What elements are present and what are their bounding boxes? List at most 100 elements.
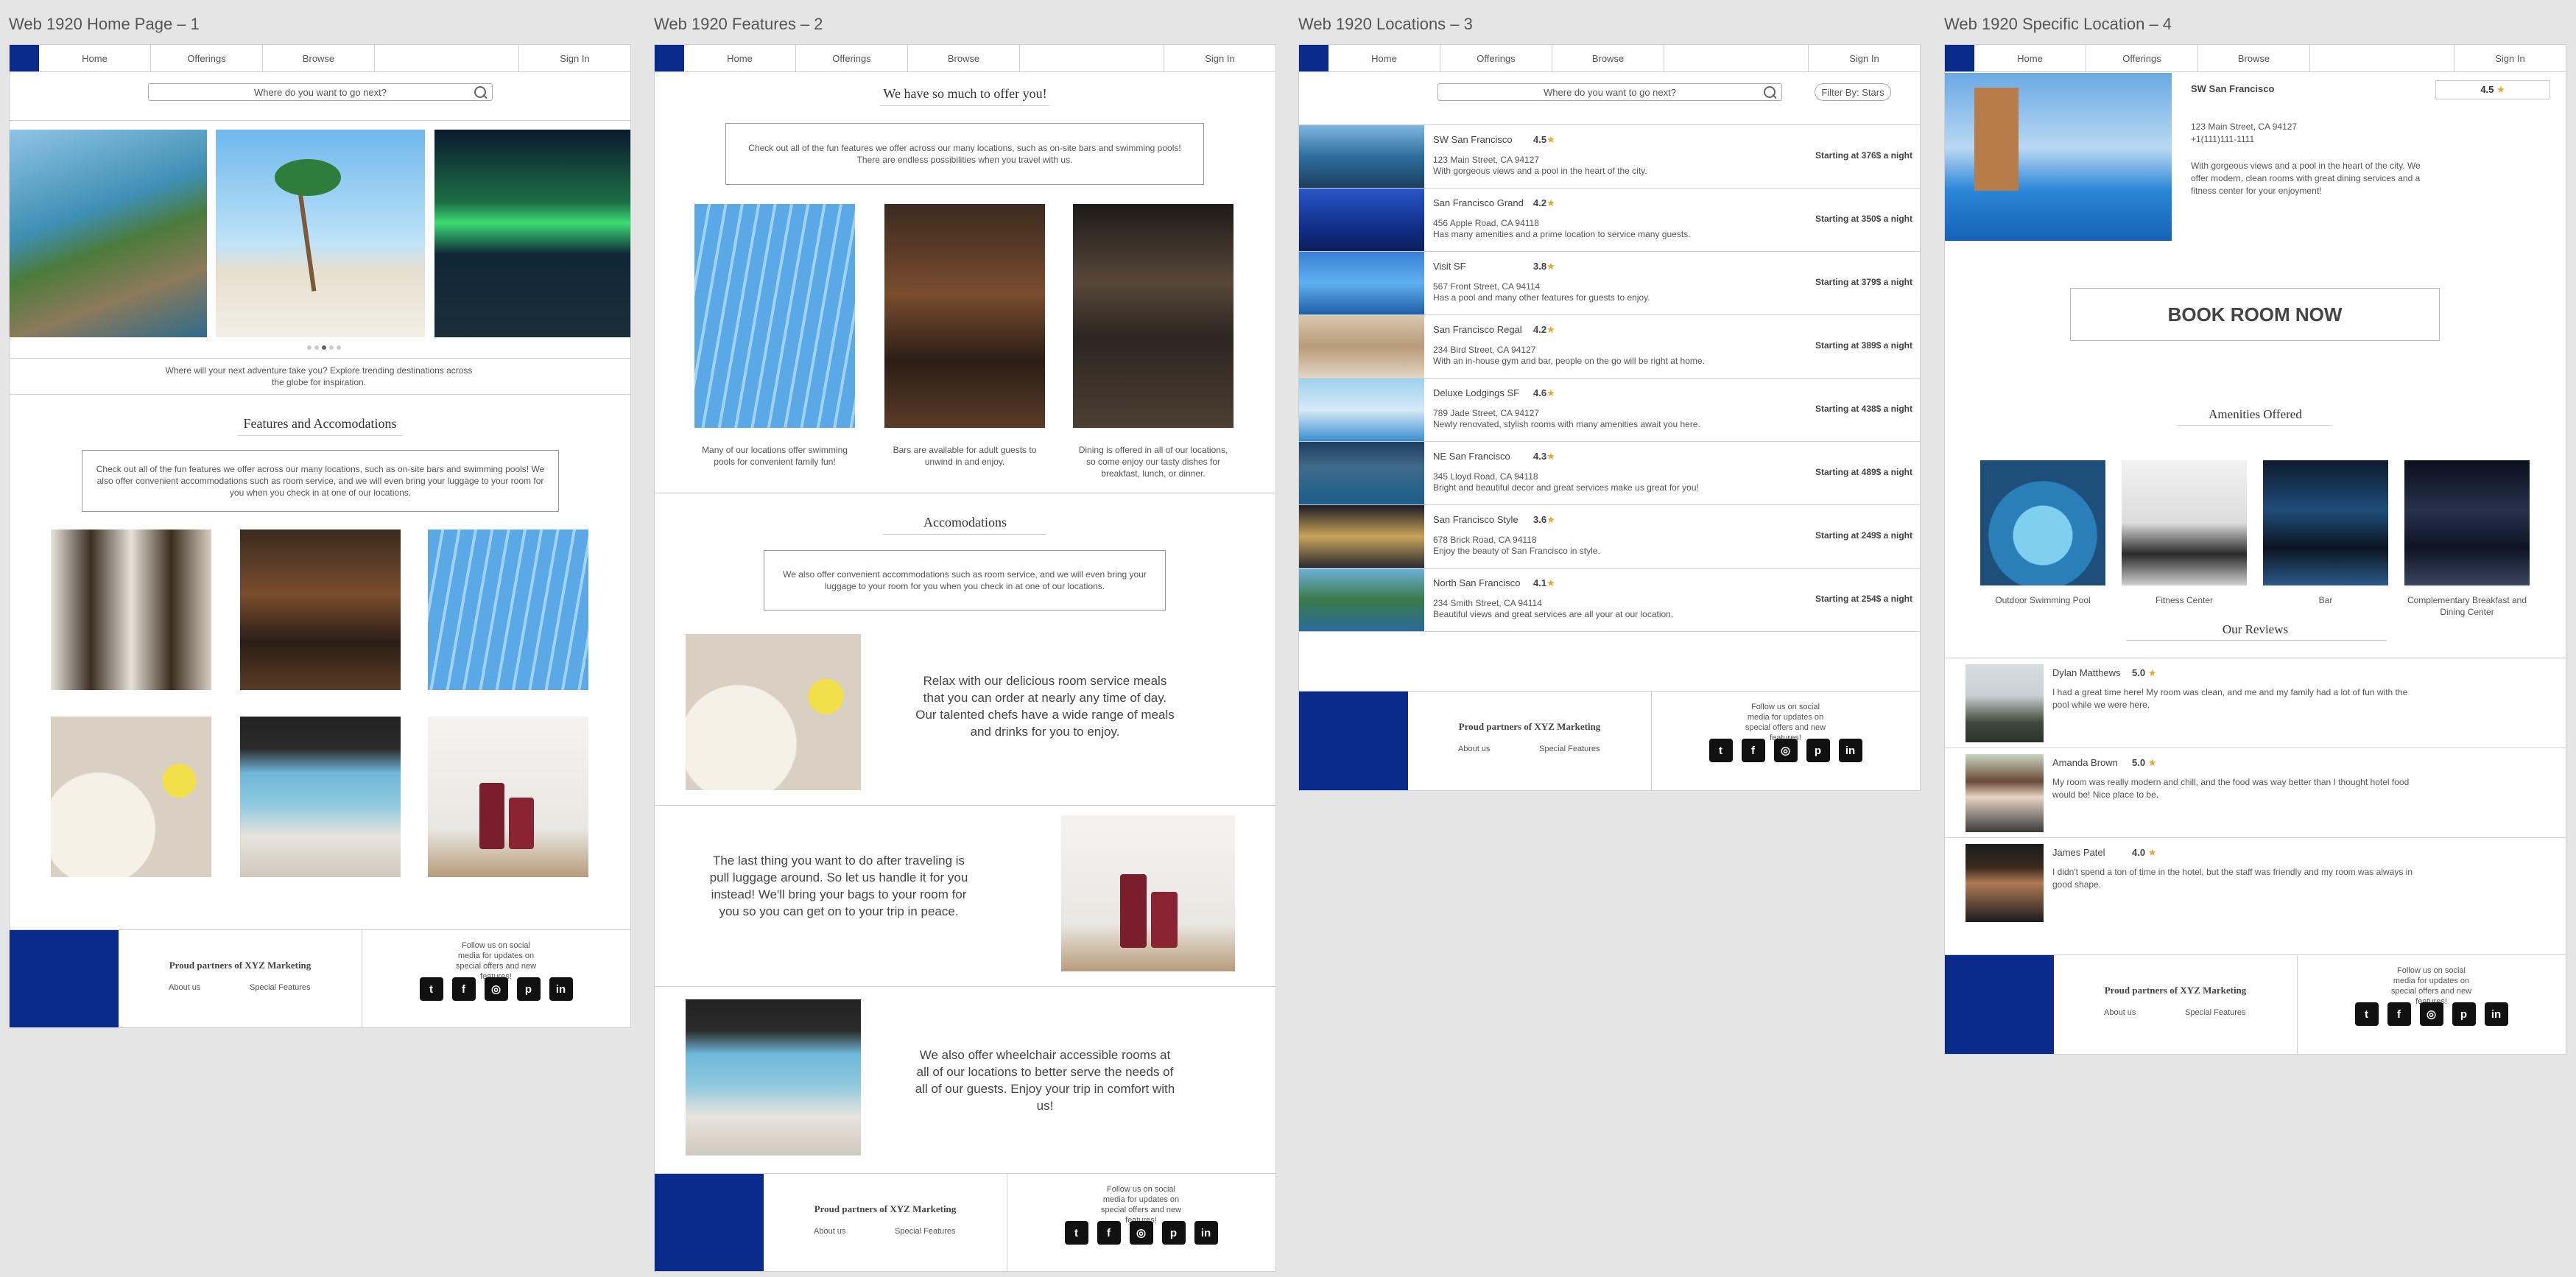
nav-home[interactable]: Home [1974,45,2086,71]
footer-logo[interactable] [655,1174,764,1271]
nav-home[interactable]: Home [684,45,796,71]
footer-about-link[interactable]: About us [814,1227,845,1236]
nav-sign-in[interactable]: Sign In [518,45,630,71]
location-name[interactable]: North San Francisco [1433,577,1521,588]
location-thumbnail[interactable] [1299,505,1424,568]
twitter-icon[interactable]: t [2354,1002,2379,1026]
nav-offerings[interactable]: Offerings [1440,45,1552,71]
location-row[interactable]: North San Francisco 4.1★ 234 Smith Street,… [1299,569,1920,632]
frame-title-locations: Web 1920 Locations – 3 [1298,15,1473,33]
brand-logo[interactable] [655,45,684,71]
nav-browse[interactable]: Browse [1552,45,1664,71]
hero-image-coast[interactable] [10,130,207,337]
location-row[interactable]: San Francisco Grand 4.2★ 456 Apple Road, C… [1299,189,1920,252]
location-description: With an in-house gym and bar, people on … [1433,356,1705,366]
location-address: 567 Front Street, CA 94114 [1433,281,1541,292]
nav-sign-in[interactable]: Sign In [1164,45,1275,71]
twitter-icon[interactable]: t [419,977,443,1001]
footer-about-link[interactable]: About us [169,983,200,992]
location-description: Has many amenities and a prime location … [1433,229,1691,239]
nav-offerings[interactable]: Offerings [151,45,263,71]
pinterest-icon[interactable]: p [516,977,541,1001]
wheelchair-text: We also offer wheelchair accessible room… [915,1048,1175,1113]
footer-logo[interactable] [10,930,119,1027]
location-thumbnail[interactable] [1299,442,1424,504]
location-rating-badge: 4.5 ★ [2435,80,2550,99]
location-row[interactable]: Visit SF 3.8★ 567 Front Street, CA 94114 Ha… [1299,252,1920,315]
location-row[interactable]: Deluxe Lodgings SF 4.6★ 789 Jade Street, C… [1299,379,1920,442]
location-name[interactable]: SW San Francisco [1433,134,1513,145]
search-icon[interactable] [1764,86,1776,98]
room-service-text: Relax with our delicious room service me… [915,674,1175,739]
location-description: Has a pool and many other features for g… [1433,292,1650,303]
location-price: Starting at 376$ a night [1815,150,1912,161]
location-row[interactable]: NE San Francisco 4.3★ 345 Lloyd Road, CA 9… [1299,442,1920,505]
location-name[interactable]: Deluxe Lodgings SF [1433,387,1519,398]
search-input[interactable]: Where do you want to go next? [1437,83,1782,101]
location-thumbnail[interactable] [1299,379,1424,441]
instagram-icon[interactable]: ◎ [484,977,508,1001]
nav-sign-in[interactable]: Sign In [1808,45,1920,71]
facebook-icon[interactable]: f [451,977,476,1001]
nav-sign-in[interactable]: Sign In [2454,45,2566,71]
filter-stars-button[interactable]: Filter By: Stars [1815,83,1891,101]
nav-offerings[interactable]: Offerings [796,45,908,71]
facebook-icon[interactable]: f [2387,1002,2411,1026]
search-input[interactable]: Where do you want to go next? [148,83,493,101]
twitter-icon[interactable]: t [1064,1221,1088,1245]
instagram-icon[interactable]: ◎ [1129,1221,1153,1245]
footer-logo[interactable] [1945,955,2054,1054]
location-row[interactable]: San Francisco Regal 4.2★ 234 Bird Street, … [1299,315,1920,379]
hero-image-aurora[interactable] [434,130,630,337]
twitter-icon[interactable]: t [1708,739,1733,762]
location-row[interactable]: SW San Francisco 4.5★ 123 Main Street, CA … [1299,125,1920,189]
location-address: 456 Apple Road, CA 94118 [1433,218,1539,228]
location-thumbnail[interactable] [1299,252,1424,314]
footer-special-link[interactable]: Special Features [250,983,311,992]
star-icon: ★ [2147,667,2157,678]
brand-logo[interactable] [10,45,39,71]
location-name[interactable]: NE San Francisco [1433,451,1510,462]
nav-browse[interactable]: Browse [908,45,1020,71]
location-row[interactable]: San Francisco Style 3.6★ 678 Brick Road, C… [1299,505,1920,569]
footer-special-link[interactable]: Special Features [1539,745,1600,753]
brand-logo[interactable] [1945,45,1974,71]
social-icons: t f ◎ p in [1007,1221,1275,1245]
nav-browse[interactable]: Browse [263,45,375,71]
footer-special-link[interactable]: Special Features [2185,1008,2246,1017]
location-thumbnail[interactable] [1299,125,1424,188]
linkedin-icon[interactable]: in [1194,1221,1218,1245]
brand-logo[interactable] [1299,45,1329,71]
location-thumbnail[interactable] [1299,189,1424,251]
book-room-button[interactable]: BOOK ROOM NOW [2070,288,2440,341]
footer-logo[interactable] [1299,692,1408,790]
instagram-icon[interactable]: ◎ [2419,1002,2443,1026]
nav-offerings[interactable]: Offerings [2086,45,2198,71]
hero-image-beach[interactable] [216,130,425,337]
location-name[interactable]: San Francisco Style [1433,514,1518,525]
instagram-icon[interactable]: ◎ [1773,739,1798,762]
footer-about-link[interactable]: About us [2104,1008,2136,1017]
facebook-icon[interactable]: f [1097,1221,1121,1245]
location-thumbnail[interactable] [1299,569,1424,631]
location-name[interactable]: Visit SF [1433,261,1466,272]
facebook-icon[interactable]: f [1741,739,1765,762]
location-thumbnail[interactable] [1299,315,1424,378]
home-footer: Proud partners of XYZ Marketing About us… [10,929,630,1027]
pinterest-icon[interactable]: p [1806,739,1830,762]
linkedin-icon[interactable]: in [1838,739,1862,762]
footer-special-link[interactable]: Special Features [895,1227,956,1236]
nav-home[interactable]: Home [39,45,151,71]
search-icon[interactable] [474,86,486,98]
footer-about-link[interactable]: About us [1458,745,1490,753]
nav-browse[interactable]: Browse [2198,45,2310,71]
amenity-image-bar [2263,460,2388,585]
linkedin-icon[interactable]: in [549,977,573,1001]
linkedin-icon[interactable]: in [2484,1002,2508,1026]
location-name[interactable]: San Francisco Regal [1433,324,1522,335]
location-name[interactable]: San Francisco Grand [1433,197,1524,208]
carousel-dots[interactable] [307,345,341,350]
nav-home[interactable]: Home [1329,45,1440,71]
pinterest-icon[interactable]: p [1161,1221,1186,1245]
pinterest-icon[interactable]: p [2452,1002,2476,1026]
